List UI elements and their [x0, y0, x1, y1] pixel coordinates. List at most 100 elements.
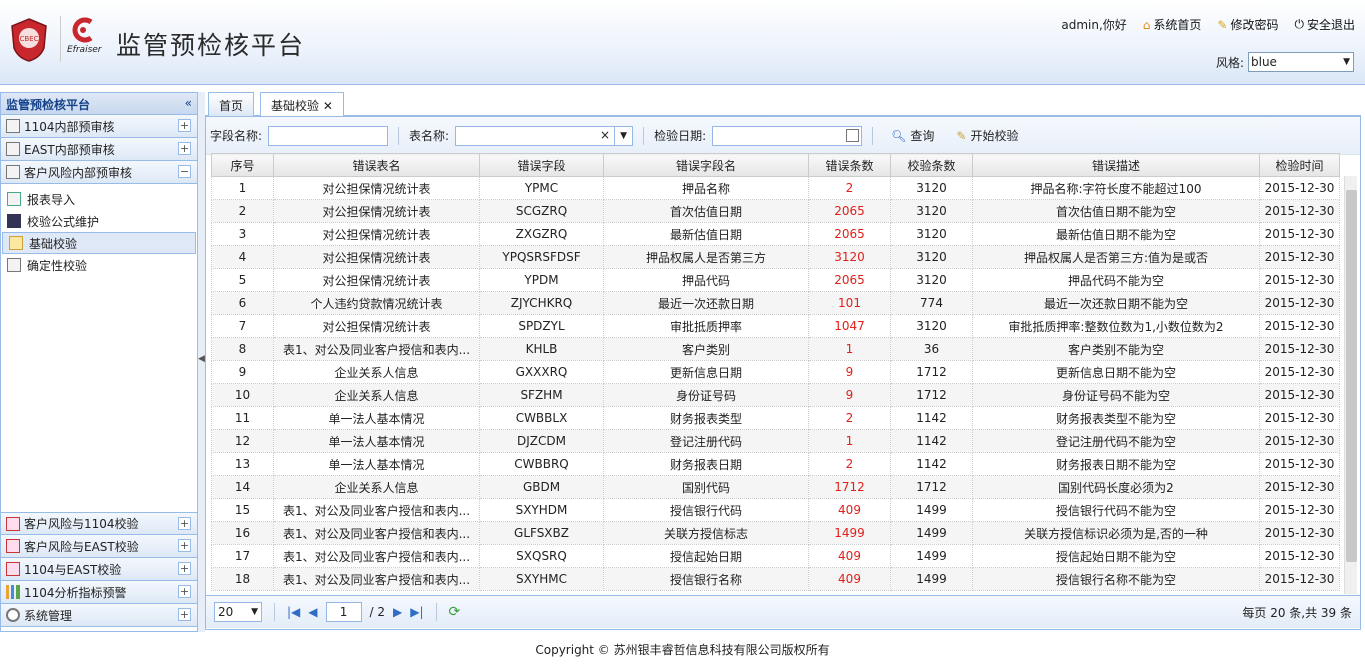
- sidebar-group-customer-risk[interactable]: 客户风险内部预审核 −: [1, 161, 197, 184]
- table-cell: 对公担保情况统计表: [273, 268, 480, 292]
- bar-chart-icon: [6, 585, 20, 599]
- table-row[interactable]: 11 单一法人基本情况 CWBBLX 财务报表类型 2 1142 财务报表类型不能为空 201…: [211, 406, 1340, 430]
- table-cell: 2015-12-30: [1259, 567, 1340, 591]
- tab-basic-check[interactable]: 基础校验 ✕: [260, 92, 344, 117]
- column-header[interactable]: 序号: [211, 153, 274, 177]
- start-check-button[interactable]: ✎ 开始校验: [948, 125, 1026, 146]
- sidebar-group-risk-1104[interactable]: 客户风险与1104校验 +: [1, 512, 197, 535]
- sidebar-group-risk-east[interactable]: 客户风险与EAST校验 +: [1, 535, 197, 558]
- sidebar-item-certainty-check[interactable]: 确定性校验: [1, 254, 197, 276]
- refresh-icon[interactable]: ⟳: [449, 604, 461, 620]
- table-cell: 11: [211, 406, 274, 430]
- column-header[interactable]: 错误条数: [808, 153, 891, 177]
- column-header[interactable]: 错误描述: [972, 153, 1260, 177]
- calendar-icon[interactable]: [846, 128, 860, 142]
- table-cell: 首次估值日期: [603, 199, 809, 223]
- field-name-input[interactable]: [268, 125, 389, 146]
- table-cell: DJZCDM: [479, 429, 604, 453]
- table-cell: 国别代码: [603, 475, 809, 499]
- table-row[interactable]: 18 表1、对公及同业客户授信和表内... SXYHMC 授信银行名称 409 1499 授…: [211, 567, 1340, 591]
- table-row[interactable]: 10 企业关系人信息 SFZHM 身份证号码 9 1712 身份证号码不能为空 2015-12…: [211, 383, 1340, 407]
- table-cell: 1499: [890, 521, 973, 545]
- column-header[interactable]: 检验时间: [1259, 153, 1340, 177]
- table-cell: SXQSRQ: [479, 544, 604, 568]
- table-cell: 授信银行名称: [603, 567, 809, 591]
- table-cell: ZJYCHKRQ: [479, 291, 604, 315]
- table-row[interactable]: 8 表1、对公及同业客户授信和表内... KHLB 客户类别 1 36 客户类别不能为空 20…: [211, 337, 1340, 361]
- expand-icon[interactable]: +: [178, 539, 191, 552]
- table-row[interactable]: 12 单一法人基本情况 DJZCDM 登记注册代码 1 1142 登记注册代码不能为空 201…: [211, 429, 1340, 453]
- sidebar-item-formula[interactable]: 校验公式维护: [1, 210, 197, 232]
- table-row[interactable]: 3 对公担保情况统计表 ZXGZRQ 最新估值日期 2065 3120 最新估值日期不能为空…: [211, 222, 1340, 246]
- table-cell: 4: [211, 245, 274, 269]
- table-row[interactable]: 6 个人违约贷款情况统计表 ZJYCHKRQ 最近一次还款日期 101 774 最近一次还款…: [211, 291, 1340, 315]
- sidebar-group-1104-east[interactable]: 1104与EAST校验 +: [1, 558, 197, 581]
- column-header[interactable]: 错误表名: [273, 153, 480, 177]
- expand-icon[interactable]: +: [178, 608, 191, 621]
- expand-icon[interactable]: +: [178, 562, 191, 575]
- table-cell: 1499: [890, 498, 973, 522]
- sidebar-group-1104[interactable]: 1104内部预审核 +: [1, 115, 197, 138]
- style-switcher: 风格: blue ▼: [1216, 52, 1354, 72]
- table-cell: CWBBRQ: [479, 452, 604, 476]
- prev-page-icon[interactable]: ◀: [308, 605, 317, 619]
- table-cell: 单一法人基本情况: [273, 429, 480, 453]
- home-link[interactable]: ⌂ 系统首页: [1143, 16, 1202, 33]
- clear-icon[interactable]: ×: [600, 128, 610, 142]
- last-page-icon[interactable]: ▶|: [410, 605, 423, 619]
- table-cell: 2015-12-30: [1259, 337, 1340, 361]
- vertical-scrollbar[interactable]: [1344, 176, 1357, 594]
- table-row[interactable]: 13 单一法人基本情况 CWBBRQ 财务报表日期 2 1142 财务报表日期不能为空 201…: [211, 452, 1340, 476]
- column-header[interactable]: 错误字段名: [603, 153, 809, 177]
- table-row[interactable]: 7 对公担保情况统计表 SPDZYL 审批抵质押率 1047 3120 审批抵质押率:整数位…: [211, 314, 1340, 338]
- style-select[interactable]: blue ▼: [1248, 52, 1354, 72]
- column-header[interactable]: 校验条数: [890, 153, 973, 177]
- change-password-link[interactable]: ✎ 修改密码: [1217, 16, 1278, 33]
- first-page-icon[interactable]: |◀: [287, 605, 300, 619]
- table-cell: 2015-12-30: [1259, 268, 1340, 292]
- table-row[interactable]: 15 表1、对公及同业客户授信和表内... SXYHDM 授信银行代码 409 1499 授…: [211, 498, 1340, 522]
- dropdown-arrow-icon: ▼: [251, 607, 258, 617]
- table-cell: 409: [808, 567, 891, 591]
- logout-link[interactable]: ⏻ 安全退出: [1294, 16, 1355, 33]
- table-cell: 1142: [890, 406, 973, 430]
- sidebar-splitter[interactable]: ◀: [198, 92, 205, 632]
- tab-home[interactable]: 首页: [208, 92, 255, 116]
- expand-icon[interactable]: +: [178, 119, 191, 132]
- scrollbar-thumb[interactable]: [1346, 190, 1357, 562]
- sidebar-group-1104-analysis[interactable]: 1104分析指标预警 +: [1, 581, 197, 604]
- page-number-input[interactable]: 1: [325, 602, 362, 622]
- sidebar-group-east[interactable]: EAST内部预审核 +: [1, 138, 197, 161]
- dropdown-arrow-icon[interactable]: ▼: [614, 126, 632, 145]
- sidebar-item-basic-check[interactable]: 基础校验: [2, 232, 196, 254]
- sidebar-item-import[interactable]: 报表导入: [1, 188, 197, 210]
- table-row[interactable]: 4 对公担保情况统计表 YPQSRSFDSF 押品权属人是否第三方 3120 3120 押品…: [211, 245, 1340, 269]
- next-page-icon[interactable]: ▶: [393, 605, 402, 619]
- table-row[interactable]: 17 表1、对公及同业客户授信和表内... SXQSRQ 授信起始日期 409 1499 授…: [211, 544, 1340, 568]
- table-cell: 9: [808, 383, 891, 407]
- column-header[interactable]: 错误字段: [479, 153, 604, 177]
- result-table: 序号 错误表名 错误字段 错误字段名 错误条数 校验条数 错误描述 检验时间 1 对公担保情况统…: [211, 153, 1340, 591]
- expand-icon[interactable]: +: [178, 585, 191, 598]
- table-row[interactable]: 1 对公担保情况统计表 YPMC 押品名称 2 3120 押品名称:字符长度不能超过100 2…: [211, 176, 1340, 200]
- page-size-select[interactable]: 20 ▼: [214, 602, 262, 622]
- table-row[interactable]: 16 表1、对公及同业客户授信和表内... GLFSXBZ 关联方授信标志 1499 14…: [211, 521, 1340, 545]
- expand-icon[interactable]: +: [178, 517, 191, 530]
- table-row[interactable]: 2 对公担保情况统计表 SCGZRQ 首次估值日期 2065 3120 首次估值日期不能为空…: [211, 199, 1340, 223]
- close-icon[interactable]: ✕: [323, 99, 333, 113]
- collapse-group-icon[interactable]: −: [178, 165, 191, 178]
- svg-text:CBEC: CBEC: [19, 35, 38, 43]
- collapse-icon[interactable]: «: [185, 96, 192, 111]
- sidebar-group-system[interactable]: 系统管理 +: [1, 604, 197, 627]
- table-row[interactable]: 5 对公担保情况统计表 YPDM 押品代码 2065 3120 押品代码不能为空 2015-1…: [211, 268, 1340, 292]
- check-date-input[interactable]: [712, 125, 863, 146]
- table-name-combo[interactable]: × ▼: [455, 125, 634, 146]
- table-row[interactable]: 14 企业关系人信息 GBDM 国别代码 1712 1712 国别代码长度必须为2 2015-…: [211, 475, 1340, 499]
- table-cell: 最新估值日期不能为空: [972, 222, 1260, 246]
- table-cell: 3: [211, 222, 274, 246]
- table-row[interactable]: 9 企业关系人信息 GXXXRQ 更新信息日期 9 1712 更新信息日期不能为空 2015-…: [211, 360, 1340, 384]
- query-button[interactable]: 🔍︎ 查询: [883, 125, 942, 146]
- expand-icon[interactable]: +: [178, 142, 191, 155]
- collapse-arrow-icon: ◀: [198, 354, 205, 364]
- table-cell: 3120: [890, 245, 973, 269]
